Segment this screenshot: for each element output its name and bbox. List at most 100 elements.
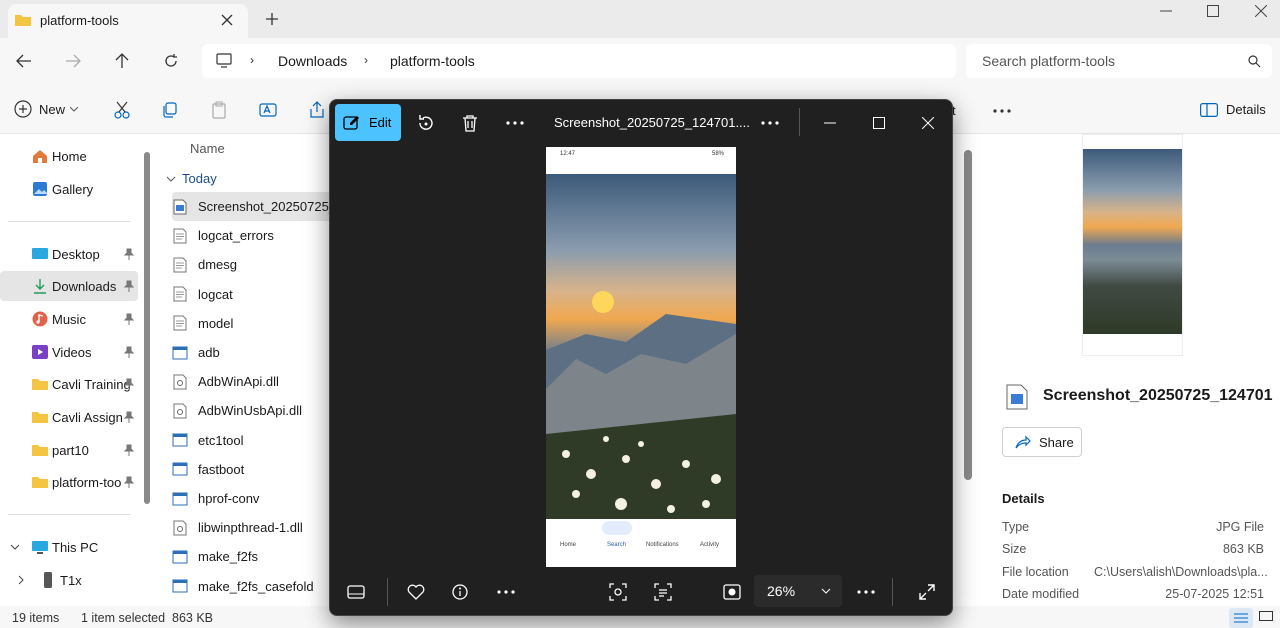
viewer-minimize-button[interactable] [814, 107, 846, 139]
file-row[interactable]: logcat_errors [172, 221, 332, 250]
sidebar-item-downloads[interactable]: Downloads [0, 271, 138, 301]
file-row[interactable]: hprof-conv [172, 484, 332, 513]
phone-nav-bar: Home Search Notifications Activity [546, 519, 736, 567]
filmstrip-button[interactable] [340, 576, 372, 608]
close-icon [922, 117, 934, 129]
close-window-icon[interactable] [1255, 5, 1267, 17]
forward-arrow-icon [66, 54, 81, 68]
detail-value-location[interactable]: C:\Users\alish\Downloads\pla... [1094, 565, 1268, 579]
sidebar-item-this-pc[interactable]: This PC [0, 532, 138, 562]
details-toggle-button[interactable]: Details [1200, 102, 1266, 117]
minimize-icon[interactable] [1160, 10, 1172, 12]
share-icon [1015, 435, 1031, 449]
zoom-dropdown[interactable]: 26% [754, 575, 842, 607]
sidebar-label: Videos [52, 344, 92, 360]
actual-size-button[interactable] [716, 576, 748, 608]
sidebar-item-music[interactable]: Music [0, 304, 138, 334]
file-name: AdbWinUsbApi.dll [198, 403, 303, 419]
visual-search-icon [609, 583, 627, 601]
sidebar-item-videos[interactable]: Videos [0, 337, 138, 367]
refresh-button[interactable] [156, 46, 186, 76]
sidebar-item-home[interactable]: Home [0, 141, 138, 171]
rotate-button[interactable] [410, 107, 442, 139]
sidebar-item-desktop[interactable]: Desktop [0, 239, 138, 269]
new-button[interactable]: New [14, 100, 79, 118]
file-name: etc1tool [198, 432, 244, 448]
delete-button[interactable] [454, 107, 486, 139]
file-name: libwinpthread-1.dll [198, 520, 303, 536]
selection-info: 1 item selected 863 KB [81, 611, 214, 625]
sidebar-label: Cavli Training [52, 376, 131, 392]
file-row[interactable]: dmesg [172, 250, 332, 279]
file-info-button[interactable] [444, 576, 476, 608]
photo-canvas[interactable]: 12:47 58% Home Search Notifications Acti… [546, 147, 736, 567]
file-list-scrollbar[interactable] [964, 150, 972, 480]
sidebar-item-drive-t1x[interactable]: T1x [0, 565, 138, 595]
file-row[interactable]: model [172, 309, 332, 338]
details-view-button[interactable] [1229, 608, 1253, 628]
viewer-maximize-button[interactable] [863, 107, 895, 139]
file-row[interactable]: AdbWinApi.dll [172, 367, 332, 396]
copy-icon[interactable] [162, 102, 178, 118]
more-options-button[interactable] [499, 107, 531, 139]
edit-button[interactable]: Edit [335, 104, 401, 141]
breadcrumb-platform-tools[interactable]: platform-tools [390, 53, 475, 69]
scan-text-button[interactable] [647, 576, 679, 608]
bottom-more-button[interactable] [490, 576, 522, 608]
forward-button[interactable] [58, 46, 88, 76]
file-row[interactable]: logcat [172, 280, 332, 309]
file-row[interactable]: adb [172, 338, 332, 367]
edit-label: Edit [369, 115, 392, 130]
tiles-view-icon[interactable] [1259, 611, 1273, 623]
column-header-name[interactable]: Name [190, 141, 225, 156]
fullscreen-button[interactable] [911, 576, 943, 608]
file-row[interactable]: Screenshot_20250725_1 [172, 192, 343, 221]
sidebar-item-cavli-training[interactable]: Cavli Training [0, 369, 138, 399]
file-row[interactable]: make_f2fs_casefold [172, 572, 332, 601]
chevron-down-icon [166, 176, 176, 182]
chevron-right-icon: › [364, 53, 368, 67]
sidebar-label: Music [52, 311, 86, 327]
file-row[interactable]: make_f2fs [172, 542, 332, 571]
zoom-more-button[interactable] [850, 576, 882, 608]
up-button[interactable] [107, 46, 137, 76]
tab-platform-tools[interactable]: platform-tools [8, 4, 248, 38]
file-name: adb [198, 345, 220, 360]
file-row[interactable]: AdbWinUsbApi.dll [172, 396, 332, 425]
sidebar-item-platform-tools[interactable]: platform-too [0, 467, 138, 497]
chevron-down-icon [10, 544, 20, 550]
search-box[interactable]: Search platform-tools [966, 44, 1272, 78]
detail-label-type: Type [1002, 520, 1030, 534]
sidebar-item-part10[interactable]: part10 [0, 435, 138, 465]
paste-icon[interactable] [211, 101, 227, 119]
favorite-button[interactable] [400, 576, 432, 608]
cut-icon[interactable] [114, 101, 130, 119]
back-button[interactable] [9, 46, 39, 76]
visual-search-button[interactable] [602, 576, 634, 608]
chevron-right-icon: › [250, 53, 254, 67]
group-today[interactable]: Today [166, 171, 217, 186]
close-tab-icon[interactable] [220, 13, 234, 27]
share-icon[interactable] [309, 101, 325, 119]
group-label: Today [182, 171, 217, 186]
file-row[interactable]: etc1tool [172, 426, 332, 455]
more-options-icon[interactable] [993, 109, 1011, 113]
file-row[interactable]: fastboot [172, 455, 332, 484]
title-more-button[interactable] [754, 107, 786, 139]
sidebar-item-gallery[interactable]: Gallery [0, 174, 138, 204]
file-row[interactable]: libwinpthread-1.dll [172, 513, 332, 542]
edit-image-icon [343, 115, 359, 130]
pin-icon [124, 313, 134, 325]
address-bar[interactable]: › Downloads › platform-tools [202, 44, 956, 78]
detail-value-type: JPG File [1216, 520, 1264, 534]
sidebar-item-cavli-assign[interactable]: Cavli Assign [0, 402, 138, 432]
rename-icon[interactable] [259, 101, 277, 119]
share-button[interactable]: Share [1002, 427, 1082, 457]
viewer-close-button[interactable] [912, 107, 944, 139]
maximize-icon[interactable] [1207, 5, 1219, 17]
breadcrumb-downloads[interactable]: Downloads [278, 53, 347, 69]
sidebar-scrollbar[interactable] [144, 152, 150, 504]
new-tab-icon[interactable] [265, 12, 279, 26]
exe-icon [172, 549, 188, 565]
desktop-icon [32, 248, 48, 259]
